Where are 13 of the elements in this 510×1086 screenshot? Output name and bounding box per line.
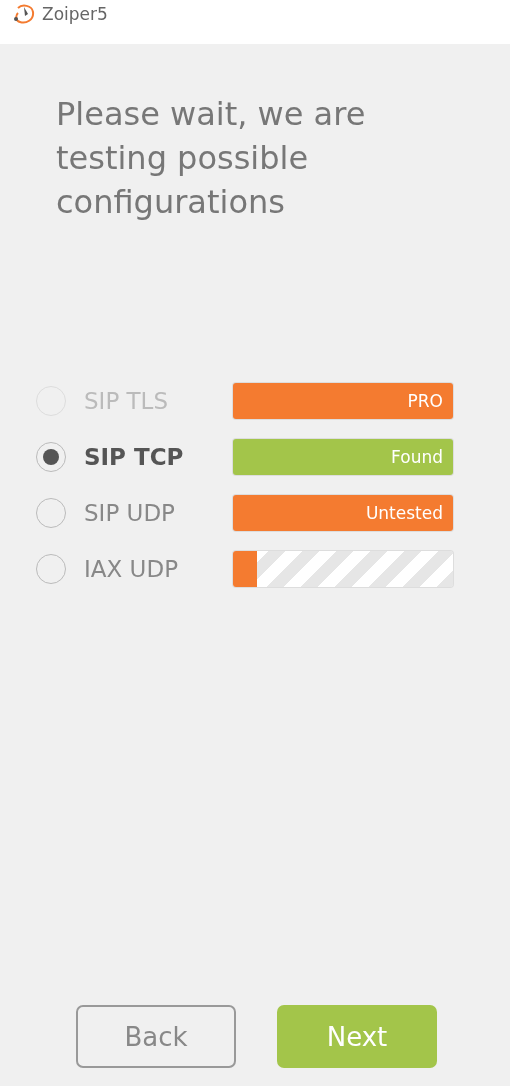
back-button[interactable]: Back bbox=[76, 1005, 236, 1068]
window-title: Zoiper5 bbox=[42, 4, 108, 24]
protocol-label: IAX UDP bbox=[84, 556, 179, 582]
status-bar: Untested bbox=[233, 495, 453, 531]
heading: Please wait, we are testing possible configurations bbox=[56, 94, 367, 223]
radio-button[interactable] bbox=[36, 442, 66, 472]
radio-button[interactable] bbox=[36, 554, 66, 584]
status-bar: PRO bbox=[233, 383, 453, 419]
radio-button[interactable] bbox=[36, 498, 66, 528]
protocol-label: SIP UDP bbox=[84, 500, 176, 526]
next-button[interactable]: Next bbox=[277, 1005, 437, 1068]
protocol-label: SIP TCP bbox=[84, 444, 185, 470]
status-bar: Found bbox=[233, 439, 453, 475]
